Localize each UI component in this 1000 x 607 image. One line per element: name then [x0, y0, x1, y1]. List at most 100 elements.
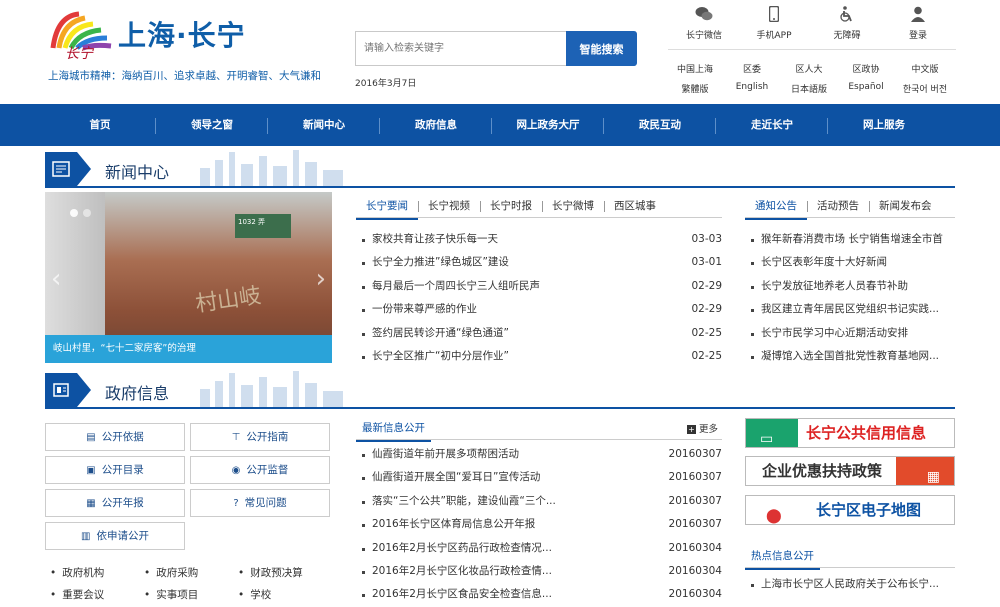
carousel-next-icon[interactable]: › — [316, 264, 326, 294]
list-item[interactable]: 长宁全力推进”绿色城区”建设 03-01 — [362, 251, 722, 274]
tab-west-district[interactable]: 西区城事 — [604, 194, 666, 218]
lang-link[interactable]: 中文版 — [897, 62, 953, 75]
lang-link[interactable]: 区委 — [724, 62, 780, 75]
tab-changning-times[interactable]: 长宁时报 — [480, 194, 542, 218]
nav-item-gov-info[interactable]: 政府信息 — [380, 104, 492, 146]
lang-link[interactable]: 日本語版 — [781, 82, 837, 95]
book-icon: ▥ — [81, 531, 91, 542]
list-item[interactable]: 2016年长宁区体育局信息公开年报 20160307 — [362, 513, 722, 536]
gov-section-title: 政府信息 — [105, 384, 170, 403]
list-item[interactable]: 我区建立青年居民区党组织书记实践... — [751, 298, 955, 321]
gov-button-guide[interactable]: ⊤ 公开指南 — [190, 423, 330, 451]
gov-link[interactable]: 重要会议 — [50, 587, 104, 602]
nav-item-news[interactable]: 新闻中心 — [268, 104, 380, 146]
list-item[interactable]: 2016年2月长宁区化妆品行政检查情... 20160304 — [362, 560, 722, 583]
lang-link[interactable]: 中国上海 — [667, 62, 723, 75]
list-item[interactable]: 凝博馆入选全国首批党性教育基地网... — [751, 345, 955, 368]
carousel-caption[interactable]: 岐山村里，“七十二家房客”的治理 — [45, 335, 332, 363]
credit-card-icon: ▭ — [760, 431, 774, 447]
gov-link[interactable]: 政府采购 — [144, 565, 198, 580]
map-pin-icon: ⬤ — [766, 508, 782, 524]
gov-section-header: 政府信息 — [45, 367, 955, 409]
user-icon — [888, 6, 948, 24]
gov-link[interactable]: 财政预决算 — [238, 565, 303, 580]
list-item[interactable]: 签约居民转诊开通“绿色通道” 02-25 — [362, 322, 722, 345]
lang-link[interactable]: Español — [838, 82, 894, 92]
list-item[interactable]: 2016年2月长宁区药品行政检查情况... 20160304 — [362, 537, 722, 560]
gov-link[interactable]: 政府机构 — [50, 565, 104, 580]
lang-link[interactable]: 区政协 — [838, 62, 894, 75]
list-item[interactable]: 每月最后一个周四长宁三人组听民声 02-29 — [362, 275, 722, 298]
list-item[interactable]: 长宁区表彰年度十大好新闻 — [751, 251, 955, 274]
gov-button-apply[interactable]: ▥ 依申请公开 — [45, 522, 185, 550]
credit-info-banner[interactable]: ▭ 长宁公共信用信息 — [745, 418, 955, 448]
tab-changning-weibo[interactable]: 长宁微博 — [542, 194, 604, 218]
news-section-header: 新闻中心 — [45, 146, 955, 188]
tab-hot-disclosure[interactable]: 热点信息公开 — [745, 544, 820, 570]
list-item[interactable]: 长宁市民学习中心近期活动安排 — [751, 322, 955, 345]
list-item[interactable]: 一份带来尊严感的作业 02-29 — [362, 298, 722, 321]
document-icon: ▤ — [86, 432, 96, 443]
tab-changning-video[interactable]: 长宁视频 — [418, 194, 480, 218]
carousel-dot[interactable] — [83, 209, 91, 217]
lang-link[interactable]: 繁體版 — [667, 82, 723, 95]
carousel-dot[interactable] — [70, 209, 78, 217]
lang-link[interactable]: 区人大 — [781, 62, 837, 75]
list-item[interactable]: 仙霞街道开展全国“爱耳日”宣传活动 20160307 — [362, 466, 722, 489]
quicklink-label: 长宁微信 — [685, 31, 722, 41]
nav-item-online-hall[interactable]: 网上政务大厅 — [492, 104, 604, 146]
nav-item-interaction[interactable]: 政民互动 — [604, 104, 716, 146]
gov-button-basis[interactable]: ▤ 公开依据 — [45, 423, 185, 451]
tab-notices[interactable]: 通知公告 — [745, 194, 807, 220]
eye-icon: ◉ — [231, 465, 241, 476]
gov-info-icon — [45, 373, 77, 407]
wechat-icon — [674, 6, 734, 24]
nav-item-home[interactable]: 首页 — [44, 104, 156, 146]
quicklink-wechat[interactable]: 长宁微信 — [674, 6, 734, 41]
gov-link[interactable]: 学校 — [238, 587, 271, 602]
quicklink-app[interactable]: 手机APP — [744, 5, 804, 41]
nav-item-leaders[interactable]: 领导之窗 — [156, 104, 268, 146]
search-button[interactable]: 智能搜索 — [566, 31, 637, 66]
lang-link[interactable]: English — [724, 82, 780, 92]
nav-item-services[interactable]: 网上服务 — [828, 104, 940, 146]
enterprise-policy-banner[interactable]: 企业优惠扶持政策 ▦ — [745, 456, 955, 486]
list-item[interactable]: 仙霞街道年前开展多项帮困活动 20160307 — [362, 443, 722, 466]
site-logo[interactable]: 长宁 — [45, 8, 115, 64]
gov-link[interactable]: 实事项目 — [144, 587, 198, 602]
catalog-icon: ▣ — [86, 465, 96, 476]
tab-changning-news[interactable]: 长宁要闻 — [356, 194, 418, 220]
quicklink-accessibility[interactable]: 无障碍 — [817, 6, 877, 41]
tab-press[interactable]: 新闻发布会 — [869, 194, 942, 218]
e-map-banner[interactable]: ⬤ 长宁区电子地图 — [745, 495, 955, 525]
news-carousel[interactable]: 1032 弄 村山岐 ‹ › 岐山村里，“七十二家房客”的治理 — [45, 192, 332, 363]
question-icon: ? — [233, 498, 239, 509]
gov-button-catalog[interactable]: ▣ 公开目录 — [45, 456, 185, 484]
tab-latest-disclosure[interactable]: 最新信息公开 — [356, 416, 431, 442]
list-item[interactable]: 长宁发放征地养老人员春节补助 — [751, 275, 955, 298]
gov-button-faq[interactable]: ? 常见问题 — [190, 489, 330, 517]
lang-link[interactable]: 한국어 버전 — [895, 82, 955, 95]
hot-info-tabs: 热点信息公开 — [745, 544, 955, 570]
quicklink-login[interactable]: 登录 — [888, 6, 948, 41]
calendar-icon: ▦ — [86, 498, 96, 509]
list-item[interactable]: 落实“三个公共”职能，建设仙霞“三个... 20160307 — [362, 490, 722, 513]
gov-button-annual-report[interactable]: ▦ 公开年报 — [45, 489, 185, 517]
tab-events[interactable]: 活动预告 — [807, 194, 869, 218]
list-item[interactable]: 家校共育让孩子快乐每一天 03-03 — [362, 228, 722, 251]
search-input[interactable] — [355, 31, 567, 66]
nav-item-about[interactable]: 走近长宁 — [716, 104, 828, 146]
signpost-icon: ⊤ — [231, 432, 241, 443]
carousel-prev-icon[interactable]: ‹ — [51, 264, 61, 294]
gov-button-supervision[interactable]: ◉ 公开监督 — [190, 456, 330, 484]
main-nav: 首页 领导之窗 新闻中心 政府信息 网上政务大厅 政民互动 走近长宁 网上服务 — [0, 104, 1000, 146]
list-item[interactable]: 2016年2月长宁区食品安全检查信息... 20160304 — [362, 583, 722, 606]
more-link[interactable]: + 更多 — [686, 421, 718, 435]
list-item[interactable]: 上海市长宁区人民政府关于公布长宁... — [751, 573, 955, 596]
list-item[interactable]: 猴年新春消费市场 长宁销售增速全市首 — [751, 228, 955, 251]
mobile-icon — [744, 5, 804, 24]
list-item[interactable]: 长宁全区推广“初中分层作业” 02-25 — [362, 345, 722, 368]
site-title[interactable]: 上海·长宁 — [118, 14, 246, 54]
current-date: 2016年3月7日 — [355, 79, 417, 89]
plus-icon: + — [686, 425, 696, 434]
